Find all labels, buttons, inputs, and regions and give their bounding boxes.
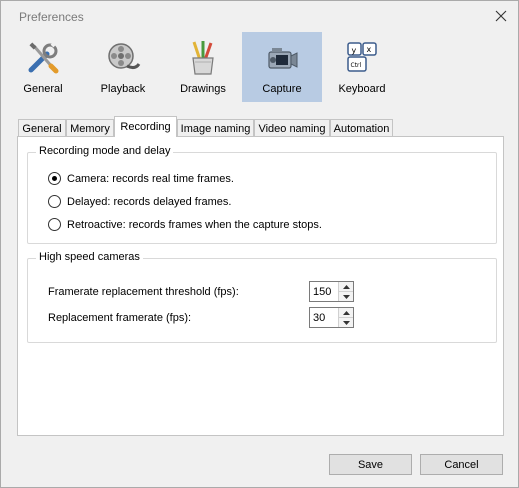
tab-memory[interactable]: Memory	[66, 119, 114, 137]
tab-video-naming[interactable]: Video naming	[254, 119, 330, 137]
recording-mode-group: Recording mode and delay Camera: records…	[27, 145, 497, 244]
close-button[interactable]	[490, 5, 512, 27]
cancel-button[interactable]: Cancel	[420, 454, 503, 475]
radio-label: Camera: records real time frames.	[67, 172, 234, 185]
category-toolbar: General Playback Drawings Capture y x Ct…	[1, 32, 518, 102]
radio-delayed[interactable]: Delayed: records delayed frames.	[48, 195, 231, 208]
keyboard-keys-icon: y x Ctrl	[347, 42, 377, 72]
camera-icon	[268, 48, 298, 69]
recording-tab-panel: Recording mode and delay Camera: records…	[17, 136, 504, 436]
arrow-up-icon	[342, 310, 350, 315]
high-speed-group: High speed cameras Framerate replacement…	[27, 251, 497, 343]
radio-button[interactable]	[48, 195, 61, 208]
spin-down-button[interactable]	[339, 292, 353, 301]
film-reel-icon	[108, 43, 141, 70]
spin-up-button[interactable]	[339, 308, 353, 318]
svg-text:Ctrl: Ctrl	[351, 62, 362, 69]
radio-retroactive[interactable]: Retroactive: records frames when the cap…	[48, 218, 322, 231]
svg-text:y: y	[352, 46, 357, 55]
replacement-label: Replacement framerate (fps):	[48, 312, 192, 324]
category-label: Drawings	[180, 83, 226, 95]
spin-buttons	[338, 308, 353, 327]
radio-label: Retroactive: records frames when the cap…	[67, 218, 322, 231]
category-label: General	[23, 83, 63, 95]
preferences-window: Preferences General Playback Drawings Ca…	[0, 0, 519, 488]
category-drawings[interactable]: Drawings	[163, 32, 243, 102]
window-title: Preferences	[19, 10, 84, 24]
spin-down-button[interactable]	[339, 318, 353, 327]
tools-icon	[28, 40, 59, 74]
radio-button[interactable]	[48, 218, 61, 231]
category-playback[interactable]: Playback	[83, 32, 163, 102]
category-keyboard[interactable]: y x Ctrl Keyboard	[322, 32, 402, 102]
title-bar: Preferences	[1, 1, 518, 32]
radio-button[interactable]	[48, 172, 61, 185]
replacement-spinner[interactable]	[309, 307, 354, 328]
tab-image-naming[interactable]: Image naming	[177, 119, 254, 137]
tab-automation[interactable]: Automation	[330, 119, 393, 137]
tab-general[interactable]: General	[18, 119, 66, 137]
threshold-label: Framerate replacement threshold (fps):	[48, 286, 239, 298]
arrow-up-icon	[342, 284, 350, 289]
replacement-input[interactable]	[310, 308, 338, 327]
close-icon	[495, 10, 507, 22]
save-button[interactable]: Save	[329, 454, 412, 475]
threshold-spinner[interactable]	[309, 281, 354, 302]
category-label: Keyboard	[338, 83, 386, 95]
spin-up-button[interactable]	[339, 282, 353, 292]
group-title: High speed cameras	[36, 251, 143, 263]
category-general[interactable]: General	[3, 32, 83, 102]
pencil-cup-icon	[192, 41, 214, 75]
arrow-down-icon	[342, 320, 350, 325]
group-title: Recording mode and delay	[36, 145, 174, 157]
svg-text:x: x	[367, 45, 372, 54]
radio-camera[interactable]: Camera: records real time frames.	[48, 172, 234, 185]
category-capture[interactable]: Capture	[242, 32, 322, 102]
tab-recording[interactable]: Recording	[114, 116, 177, 137]
category-label: Capture	[262, 83, 302, 95]
radio-label: Delayed: records delayed frames.	[67, 195, 232, 208]
category-label: Playback	[100, 83, 146, 95]
arrow-down-icon	[342, 294, 350, 299]
threshold-input[interactable]	[310, 282, 338, 301]
spin-buttons	[338, 282, 353, 301]
